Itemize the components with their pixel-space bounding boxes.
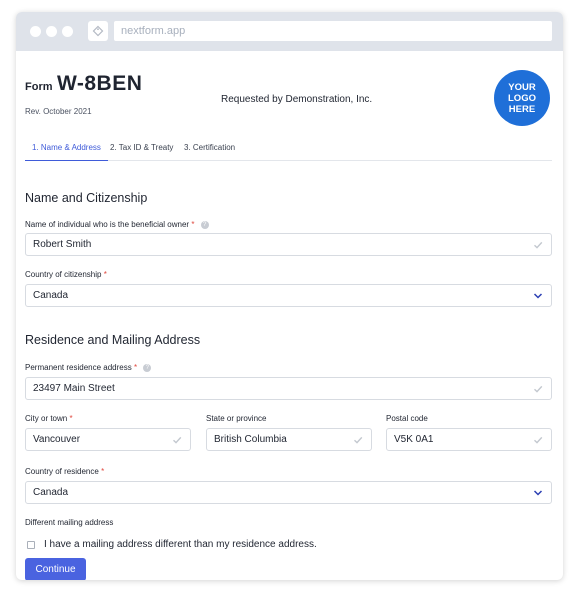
tag-icon[interactable]: [88, 21, 108, 41]
tab-name-address[interactable]: 1. Name & Address: [25, 140, 108, 161]
browser-toolbar: nextform.app: [16, 12, 563, 51]
required-marker: *: [133, 363, 138, 372]
form-title: Form W-8BEN: [25, 72, 142, 96]
required-marker: *: [69, 414, 73, 423]
section-title-residence-mailing: Residence and Mailing Address: [25, 333, 201, 347]
mailing-address-checkbox[interactable]: [27, 540, 35, 549]
select-value: Canada: [33, 487, 69, 498]
tab-certification[interactable]: 3. Certification: [184, 140, 235, 161]
company-logo: YOUR LOGO HERE: [494, 70, 550, 126]
permanent-address-label: Permanent residence address * ?: [25, 363, 152, 372]
citizenship-label: Country of citizenship *: [25, 270, 107, 279]
help-icon[interactable]: ?: [143, 363, 152, 372]
input-value: V5K 0A1: [394, 434, 434, 445]
field-label-text: City or town: [25, 414, 68, 423]
permanent-address-input[interactable]: 23497 Main Street: [25, 377, 552, 400]
chevron-down-icon: [533, 293, 543, 299]
step-tabs: 1. Name & Address 2. Tax ID & Treaty 3. …: [25, 140, 552, 161]
form-label: Form: [25, 81, 53, 93]
mailing-address-option[interactable]: I have a mailing address different than …: [27, 539, 317, 550]
input-value: Robert Smith: [33, 239, 92, 250]
input-value: 23497 Main Street: [33, 383, 115, 394]
form-page: Form W-8BEN Rev. October 2021 Requested …: [16, 51, 563, 580]
state-label: State or province: [206, 414, 267, 423]
check-icon: [534, 385, 543, 393]
required-marker: *: [103, 270, 107, 279]
input-value: Vancouver: [33, 434, 81, 445]
field-label-text: Permanent residence address: [25, 363, 132, 372]
logo-text: LOGO: [508, 92, 536, 104]
url-bar[interactable]: nextform.app: [114, 21, 552, 41]
check-icon: [173, 436, 182, 444]
required-marker: *: [191, 220, 195, 229]
postal-input[interactable]: V5K 0A1: [386, 428, 552, 451]
field-label-text: Country of citizenship: [25, 270, 102, 279]
requested-by: Requested by Demonstration, Inc.: [221, 94, 373, 105]
residence-country-select[interactable]: Canada: [25, 481, 552, 504]
help-icon[interactable]: ?: [200, 220, 209, 229]
citizenship-select[interactable]: Canada: [25, 284, 552, 307]
check-icon: [534, 436, 543, 444]
logo-text: HERE: [508, 103, 536, 115]
beneficial-owner-label: Name of individual who is the beneficial…: [25, 220, 209, 229]
select-value: Canada: [33, 290, 69, 301]
city-input[interactable]: Vancouver: [25, 428, 191, 451]
chevron-down-icon: [533, 490, 543, 496]
window-dot-icon: [30, 26, 41, 37]
logo-text: YOUR: [508, 81, 536, 93]
window-dot-icon: [46, 26, 57, 37]
field-label-text: Country of residence: [25, 467, 99, 476]
required-marker: *: [101, 467, 105, 476]
section-title-name-citizenship: Name and Citizenship: [25, 191, 148, 205]
field-label-text: Name of individual who is the beneficial…: [25, 220, 190, 229]
mailing-address-label: Different mailing address: [25, 518, 114, 527]
browser-window: nextform.app Form W-8BEN Rev. October 20…: [16, 12, 563, 580]
window-dot-icon: [62, 26, 73, 37]
state-input[interactable]: British Columbia: [206, 428, 372, 451]
form-code: W-8BEN: [56, 72, 143, 95]
residence-country-label: Country of residence *: [25, 467, 104, 476]
continue-button[interactable]: Continue: [25, 558, 86, 580]
check-icon: [354, 436, 363, 444]
mailing-address-checkbox-label[interactable]: I have a mailing address different than …: [44, 539, 317, 550]
city-label: City or town *: [25, 414, 73, 423]
beneficial-owner-input[interactable]: Robert Smith: [25, 233, 552, 256]
postal-label: Postal code: [386, 414, 428, 423]
form-revision: Rev. October 2021: [25, 107, 92, 116]
tab-tax-id-treaty[interactable]: 2. Tax ID & Treaty: [110, 140, 173, 161]
check-icon: [534, 241, 543, 249]
input-value: British Columbia: [214, 434, 287, 445]
